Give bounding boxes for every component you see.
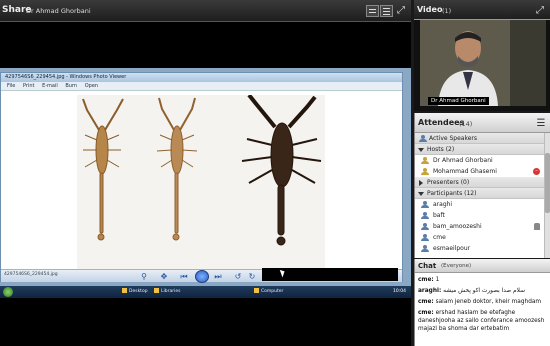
- windows-taskbar: Desktop Libraries Computer 10:04: [0, 286, 411, 298]
- group-active-speakers[interactable]: Active Speakers: [415, 133, 550, 144]
- menu-burn[interactable]: Burn: [65, 82, 77, 91]
- attendee-participant[interactable]: esmaeilpour: [415, 243, 550, 254]
- folder-icon: [154, 288, 159, 293]
- next-icon[interactable]: ⏭: [213, 272, 223, 281]
- host-icon: [421, 168, 429, 175]
- chat-header: Chat (Everyone): [415, 259, 550, 273]
- participant-icon: [421, 212, 429, 219]
- share-header: Share Dr Ahmad Ghorbani ⤢: [0, 0, 411, 22]
- attendee-host[interactable]: Dr Ahmad Ghorbani: [415, 155, 550, 166]
- slideshow-play-button[interactable]: [195, 270, 209, 283]
- scrollbar-thumb[interactable]: [545, 153, 550, 213]
- webcam-feed: [420, 20, 546, 106]
- photo-filename: 4297546S6_229454.jpg: [4, 272, 58, 277]
- video-name-tag: Dr Ahmad Ghorbani: [428, 97, 489, 105]
- menu-icon[interactable]: [380, 5, 393, 17]
- fullscreen-icon[interactable]: ⤢: [534, 5, 546, 17]
- video-count: (1): [442, 7, 452, 15]
- fullscreen-icon[interactable]: ⤢: [395, 5, 407, 17]
- photo-viewer-menu: File Print E-mail Burn Open: [1, 82, 402, 91]
- actual-size-icon[interactable]: ✥: [159, 272, 169, 281]
- menu-open[interactable]: Open: [85, 82, 98, 91]
- share-pod: Share Dr Ahmad Ghorbani ⤢ 4297546S6_2294…: [0, 0, 411, 346]
- photo-viewer-window: 4297546S6_229454.jpg - Windows Photo Vie…: [0, 72, 403, 283]
- chat-title: Chat: [418, 262, 437, 270]
- group-presenters[interactable]: Presenters (0): [415, 177, 550, 188]
- share-presenter-name: Dr Ahmad Ghorbani: [26, 7, 91, 15]
- folder-icon: [122, 288, 127, 293]
- zoom-icon[interactable]: ⚲: [139, 272, 149, 281]
- participant-icon: [421, 234, 429, 241]
- chat-pod: Chat (Everyone) cme: 1 araghi: سلام صدا …: [414, 259, 550, 346]
- scorpion-photo: [77, 95, 325, 271]
- chat-audience: (Everyone): [441, 263, 472, 269]
- attendees-header: Attendees (14) ☰: [415, 113, 550, 133]
- chat-message: cme: salam jeneb doktor, kheir maghdam: [418, 299, 542, 305]
- attendees-pod: Attendees (14) ☰ Active Speakers Hosts (…: [414, 113, 550, 258]
- collapse-icon: [418, 192, 424, 196]
- host-icon: [421, 157, 429, 164]
- participant-icon: [421, 201, 429, 208]
- chat-messages: cme: 1 araghi: سلام صدا بصورت اکو پخش می…: [418, 276, 546, 336]
- rotate-right-icon[interactable]: ↻: [247, 272, 257, 281]
- attendees-count: (14): [459, 120, 473, 128]
- attendee-participant[interactable]: araghi: [415, 199, 550, 210]
- microphone-icon: [534, 223, 540, 230]
- computer-icon: [254, 288, 259, 293]
- chat-message: cme: ershad haslam be etefaghe daneshjoo…: [418, 310, 545, 332]
- taskbar-item-libraries[interactable]: Libraries: [152, 288, 180, 296]
- attendee-participant[interactable]: baft: [415, 210, 550, 221]
- video-pod: Video (1) ⤢ Dr Ahmad Ghorbani: [414, 0, 550, 111]
- participant-icon: [421, 245, 429, 252]
- rotate-left-icon[interactable]: ↺: [233, 272, 243, 281]
- list-view-icon[interactable]: [366, 5, 379, 17]
- attendees-title: Attendees: [418, 118, 465, 127]
- video-header: Video (1) ⤢: [414, 0, 550, 20]
- taskbar-clock: 10:04: [393, 289, 406, 294]
- shared-desktop: 4297546S6_229454.jpg - Windows Photo Vie…: [0, 68, 411, 298]
- menu-file[interactable]: File: [7, 82, 15, 91]
- chat-message: cme: 1: [418, 277, 440, 283]
- attendee-participant[interactable]: bam_amoozeshi: [415, 221, 550, 232]
- group-participants[interactable]: Participants (12): [415, 188, 550, 199]
- speaker-icon: [419, 135, 427, 142]
- start-button[interactable]: [3, 287, 13, 297]
- chat-message: araghi: سلام صدا بصورت اکو پخش میشه: [418, 288, 525, 294]
- attendees-scrollbar[interactable]: [544, 133, 550, 258]
- collapse-icon: [418, 148, 424, 152]
- attendee-participant[interactable]: cme: [415, 232, 550, 243]
- expand-icon: [419, 180, 423, 186]
- menu-email[interactable]: E-mail: [42, 82, 58, 91]
- video-title: Video: [417, 5, 443, 14]
- attendee-host[interactable]: Mohammad Ghasemi –: [415, 166, 550, 177]
- group-hosts[interactable]: Hosts (2): [415, 144, 550, 155]
- photo-viewer-title: 4297546S6_229454.jpg - Windows Photo Vie…: [1, 73, 402, 82]
- previous-icon[interactable]: ⏮: [179, 272, 189, 281]
- taskbar-item-desktop[interactable]: Desktop: [120, 288, 148, 296]
- participant-icon: [421, 223, 429, 230]
- taskbar-item-computer[interactable]: Computer: [252, 288, 283, 296]
- menu-icon[interactable]: ☰: [535, 118, 547, 130]
- status-icon: –: [533, 168, 540, 175]
- menu-print[interactable]: Print: [23, 82, 35, 91]
